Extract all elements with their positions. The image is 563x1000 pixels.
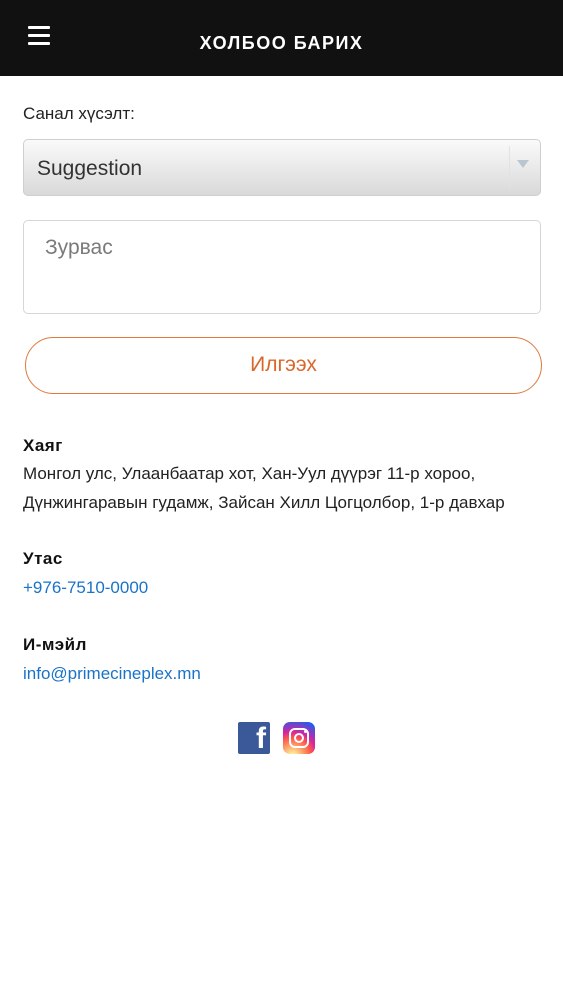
message-textarea[interactable] (23, 220, 541, 314)
select-divider (509, 146, 510, 189)
address-line-2: Дүнжингаравын гудамж, Зайсан Хилл Цогцол… (23, 493, 505, 512)
phone-heading: Утас (23, 549, 63, 568)
send-button[interactable]: Илгээх (25, 337, 542, 394)
email-link[interactable]: info@primecineplex.mn (23, 664, 201, 684)
address-line-1: Монгол улс, Улаанбаатар хот, Хан-Уул дүү… (23, 464, 476, 483)
page-title: ХОЛБОО БАРИХ (199, 33, 364, 53)
top-app-bar: ХОЛБОО БАРИХ (0, 0, 563, 76)
email-heading: И-мэйл (23, 635, 87, 654)
phone-link[interactable]: +976-7510-0000 (23, 578, 148, 598)
feedback-type-select[interactable]: Suggestion (23, 139, 541, 196)
chevron-down-icon (517, 160, 529, 168)
address-heading: Хаяг (23, 436, 63, 455)
feedback-type-selected-value: Suggestion (37, 157, 143, 180)
feedback-type-label: Санал хүсэлт: (23, 104, 135, 123)
instagram-icon[interactable] (283, 722, 315, 754)
facebook-icon[interactable]: f (238, 722, 270, 755)
